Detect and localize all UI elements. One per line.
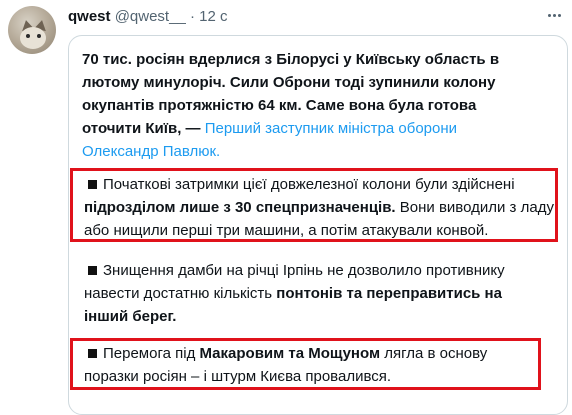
point-3: Перемога під Макаровим та Мощуном лягла …: [84, 342, 539, 388]
point-1: Початкові затримки цієї довжелезної коло…: [84, 173, 556, 242]
point-1-bold: підрозділом лише з 30 спецпризначенців.: [84, 199, 396, 216]
point-3-text-a: Перемога під: [103, 345, 196, 362]
avatar[interactable]: [8, 6, 56, 54]
header-separator: ·: [189, 8, 195, 25]
avatar-cat-eye: [26, 34, 30, 38]
author-name[interactable]: qwest: [68, 8, 111, 25]
author-handle[interactable]: @qwest__: [115, 8, 186, 25]
avatar-cat-face: [20, 27, 46, 49]
point-1-text-a: Початкові затримки цієї довжелезної коло…: [103, 176, 515, 193]
avatar-cat-eye: [37, 34, 41, 38]
point-2: Знищення дамби на річці Ірпінь не дозвол…: [84, 259, 532, 328]
point-3-bold: Макаровим та Мощуном: [199, 345, 381, 362]
tweet-timestamp[interactable]: 12 с: [199, 8, 227, 25]
black-square-icon: [88, 349, 97, 359]
tweet-header: qwest @qwest__ · 12 с: [68, 7, 228, 27]
more-horizontal-icon[interactable]: [543, 6, 565, 24]
black-square-icon: [88, 180, 97, 190]
intro-paragraph: 70 тис. росіян вдерлися з Білорусі у Киї…: [82, 48, 522, 163]
black-square-icon: [88, 266, 97, 276]
